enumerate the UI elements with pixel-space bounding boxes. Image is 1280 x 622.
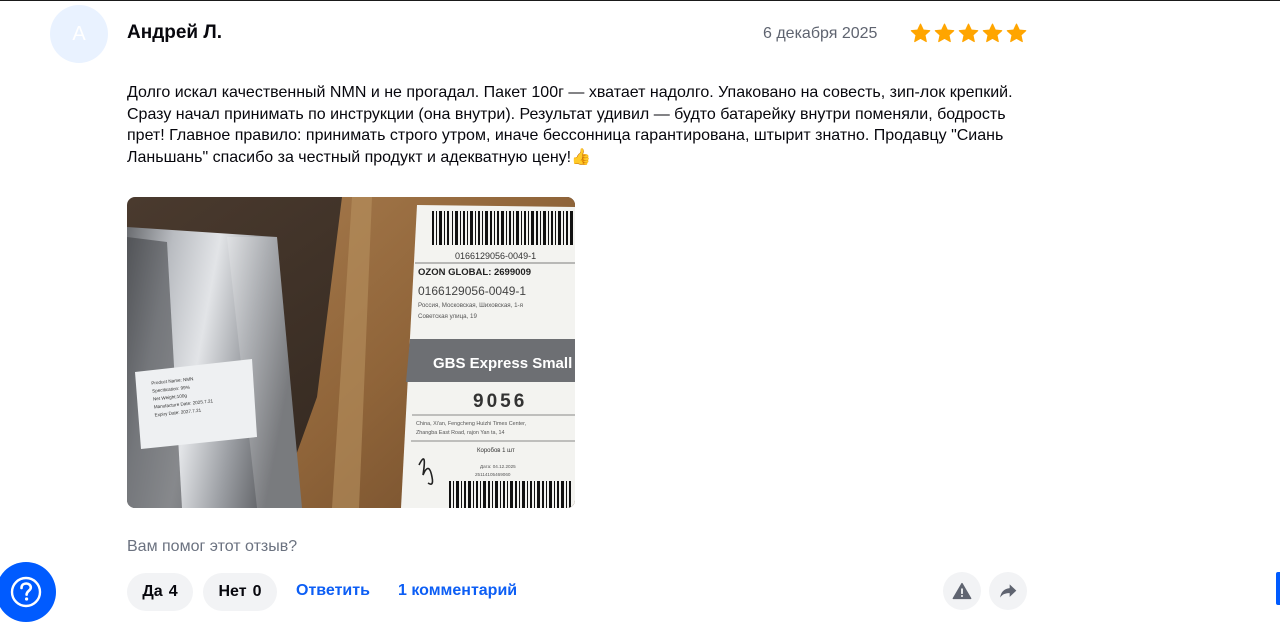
boxes-count: Коробов 1 шт [477, 448, 515, 454]
author-name: Андрей Л. [127, 22, 222, 43]
vote-no-count: 0 [252, 583, 262, 600]
side-widget-edge[interactable] [1276, 572, 1280, 605]
ozon-global-code: OZON GLOBAL: 2699009 [418, 267, 531, 278]
review-date: 6 декабря 2025 [763, 25, 878, 42]
share-button[interactable] [989, 572, 1027, 610]
tracking-number: 0166129056-0049-1 [418, 284, 526, 298]
helpful-question: Вам помог этот отзыв? [127, 538, 298, 555]
warning-icon [952, 582, 972, 600]
label-date: Дата: 04.12.2025 [480, 464, 516, 469]
barcode-number: 0166129056-0049-1 [455, 251, 536, 261]
star-icon [934, 23, 955, 43]
label-ref: 25114105469060 [475, 472, 511, 477]
comments-link[interactable]: 1 комментарий [398, 582, 517, 600]
address-line-1: Россия, Московская, Шиховская, 1-я [418, 302, 523, 309]
star-icon [1006, 23, 1027, 43]
courier-name: GBS Express Small [433, 355, 572, 372]
review-text: Долго искал качественный NMN и не прогад… [127, 84, 1013, 166]
review-photo[interactable]: Product Name: NMN Specification: 99% Net… [127, 197, 575, 508]
top-divider [0, 0, 1280, 1]
sender-line-1: China, Xi'an, Fengcheng Huizhi Times Cen… [416, 421, 527, 427]
address-line-2: Советская улица, 19 [418, 313, 477, 320]
reply-link[interactable]: Ответить [296, 582, 370, 600]
star-icon [958, 23, 979, 43]
vote-no-button[interactable]: Нет 0 [203, 573, 277, 611]
star-icon [982, 23, 1003, 43]
avatar-letter: А [72, 22, 86, 45]
rating-stars [909, 22, 1028, 45]
help-button[interactable] [0, 562, 56, 622]
share-arrow-icon [1000, 584, 1017, 598]
vote-yes-label: Да [142, 583, 163, 600]
vote-no-label: Нет [218, 583, 247, 600]
vote-yes-count: 4 [168, 583, 178, 600]
sorting-code: 9056 [473, 391, 527, 412]
avatar: А [50, 5, 108, 63]
report-button[interactable] [943, 572, 981, 610]
vote-yes-button[interactable]: Да 4 [127, 573, 193, 611]
star-icon [910, 23, 931, 43]
sender-line-2: Zhangba East Road, rajon Yan ta, 14 [416, 430, 505, 436]
